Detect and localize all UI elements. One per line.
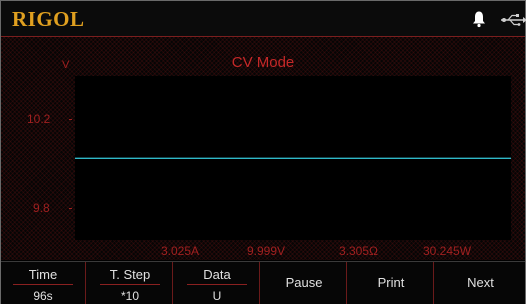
y-tick-mark — [69, 119, 72, 120]
y-tick-label: 9.8 — [33, 201, 50, 215]
current-reading: 3.025A — [161, 244, 200, 258]
divider — [187, 284, 247, 285]
trend-chart — [75, 157, 511, 159]
voltage-reading: 9.999V — [247, 244, 286, 258]
mode-title: CV Mode — [231, 54, 295, 71]
softkey-time-step[interactable]: T. Step *10 — [88, 262, 173, 304]
divider — [13, 284, 73, 285]
power-reading: 30.245W — [423, 244, 472, 258]
readings-bar: 3.025A 9.999V 3.305Ω 30.245W — [1, 243, 525, 259]
softkey-value: U — [212, 289, 222, 303]
softkey-label: Print — [377, 275, 405, 290]
y-axis-unit: V — [62, 59, 70, 71]
divider — [100, 284, 160, 285]
softkey-value: *10 — [120, 289, 140, 303]
bell-icon — [473, 11, 485, 28]
softkey-time[interactable]: Time 96s — [1, 262, 86, 304]
softkey-bar: Time 96s T. Step *10 Data U Pause Print … — [1, 261, 525, 304]
softkey-label: T. Step — [109, 267, 151, 282]
plot-area — [75, 76, 511, 240]
trend-view: CV Mode V 10.2 9.8 3.025A 9.999V 3.305Ω … — [1, 37, 525, 260]
softkey-next[interactable]: Next — [436, 262, 525, 304]
softkey-label: Time — [28, 267, 58, 282]
top-bar: RIGOL — [1, 1, 526, 37]
instrument-screen: RIGOL CV Mode V 10.2 9.8 3.025A 9.999V 3… — [0, 0, 526, 304]
resistance-reading: 3.305Ω — [339, 244, 378, 258]
y-tick-mark — [69, 208, 72, 209]
softkey-pause[interactable]: Pause — [262, 262, 347, 304]
softkey-data[interactable]: Data U — [175, 262, 260, 304]
softkey-value: 96s — [33, 289, 53, 303]
softkey-label: Data — [203, 267, 231, 282]
usb-icon — [501, 14, 526, 26]
brand-logo: RIGOL — [12, 7, 85, 31]
softkey-label: Pause — [285, 275, 323, 290]
y-tick-label: 10.2 — [27, 112, 51, 126]
softkey-print[interactable]: Print — [349, 262, 434, 304]
softkey-label: Next — [467, 275, 494, 290]
